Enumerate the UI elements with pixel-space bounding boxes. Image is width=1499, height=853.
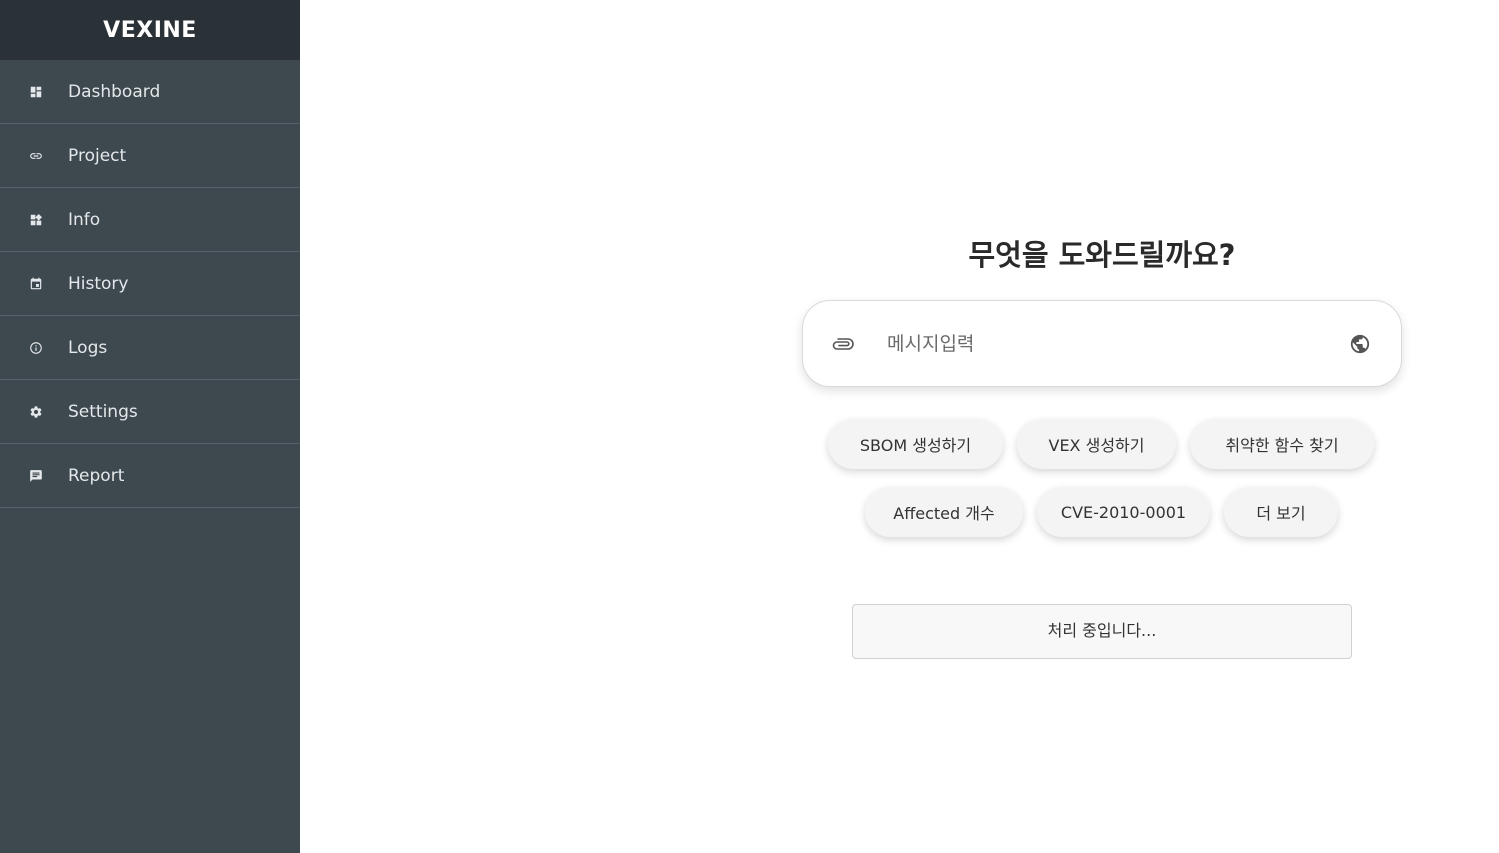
- sidebar-item-history[interactable]: History: [0, 252, 300, 316]
- widgets-icon: [28, 212, 44, 228]
- status-message: 처리 중입니다...: [852, 604, 1352, 659]
- sidebar-item-label: Logs: [68, 337, 108, 358]
- sidebar: VEXINE Dashboard Project Info History Lo…: [0, 0, 300, 853]
- app-logo[interactable]: VEXINE: [0, 0, 300, 60]
- suggestion-vex-button[interactable]: VEX 생성하기: [1017, 419, 1176, 469]
- sidebar-item-report[interactable]: Report: [0, 444, 300, 508]
- globe-icon[interactable]: [1349, 333, 1371, 355]
- sidebar-item-project[interactable]: Project: [0, 124, 300, 188]
- more-suggestions-button[interactable]: 더 보기: [1224, 487, 1338, 537]
- sidebar-item-label: Report: [68, 465, 125, 486]
- status-text: 처리 중입니다...: [1047, 621, 1157, 640]
- suggestion-vulnerable-function-button[interactable]: 취약한 함수 찾기: [1190, 419, 1374, 469]
- suggestion-affected-count-button[interactable]: Affected 개수: [865, 487, 1023, 537]
- dashboard-icon: [28, 84, 44, 100]
- page-title: 무엇을 도와드릴까요?: [968, 238, 1236, 272]
- sidebar-item-label: History: [68, 273, 129, 294]
- sidebar-item-dashboard[interactable]: Dashboard: [0, 60, 300, 124]
- calendar-icon: [28, 276, 44, 292]
- link-icon: [28, 148, 44, 164]
- info-circle-icon: [28, 340, 44, 356]
- sidebar-item-label: Settings: [68, 401, 138, 422]
- sidebar-item-settings[interactable]: Settings: [0, 380, 300, 444]
- sidebar-item-logs[interactable]: Logs: [0, 316, 300, 380]
- gear-icon: [28, 404, 44, 420]
- sidebar-item-info[interactable]: Info: [0, 188, 300, 252]
- sidebar-item-label: Info: [68, 209, 101, 230]
- chat-bubble-icon: [28, 468, 44, 484]
- suggestion-cve-button[interactable]: CVE-2010-0001: [1037, 487, 1210, 537]
- message-input[interactable]: [887, 327, 1327, 361]
- suggestion-sbom-button[interactable]: SBOM 생성하기: [828, 419, 1003, 469]
- sidebar-item-label: Project: [68, 145, 127, 166]
- main-content: 무엇을 도와드릴까요? SBOM 생성하기 VEX 생성하기 취약한 함수 찾기…: [300, 0, 1499, 853]
- sidebar-item-label: Dashboard: [68, 81, 161, 102]
- paperclip-icon[interactable]: [831, 334, 855, 354]
- chat-input-box: [802, 300, 1402, 387]
